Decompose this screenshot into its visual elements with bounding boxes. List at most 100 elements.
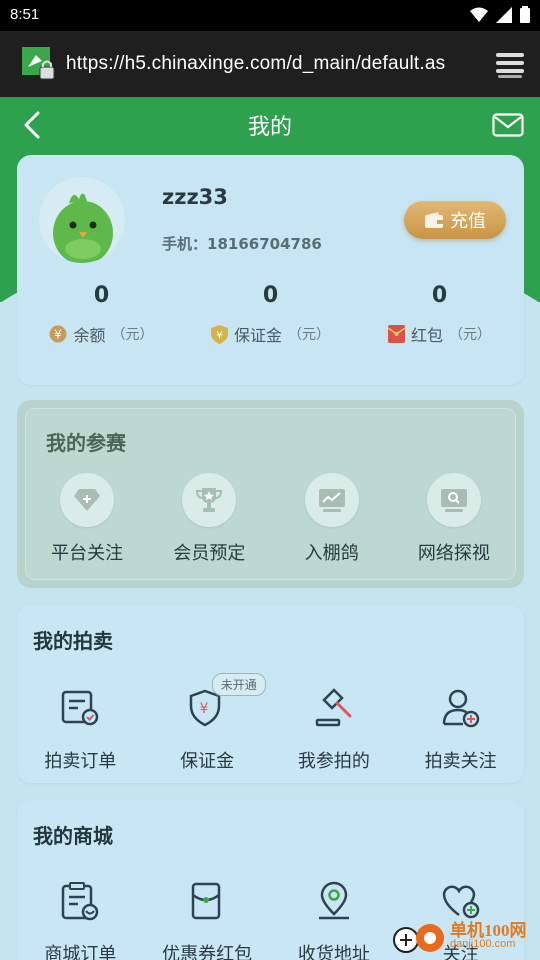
stat-balance[interactable]: 0 ¥ 余额 （元） [17,283,186,346]
icon-box [53,681,107,735]
auction-item-my-bids[interactable]: 我参拍的 [271,681,398,773]
tabs-menu-icon[interactable] [494,51,526,79]
svg-text:¥: ¥ [216,330,222,341]
status-bar: 8:51 [0,0,540,31]
icon-circle [304,473,359,527]
stat-unit: （元） [449,327,491,343]
stat-label: 红包 [410,326,443,345]
icon-circle [426,473,481,527]
username: zzz33 [162,185,228,209]
mall-item-coupons[interactable]: 优惠券红包 [144,874,271,960]
item-label: 保证金 [180,751,235,772]
coupon-envelope-icon [191,882,221,920]
bird-avatar-icon [39,177,125,263]
balance-stats: 0 ¥ 余额 （元） 0 ¥ 保证金 （元） 0 红包 （元） [17,283,524,346]
auction-grid: 拍卖订单 ¥ 未开通 保证金 我参拍的 拍卖关注 [17,673,524,773]
recharge-button[interactable]: 充值 [404,201,506,239]
yuan-coin-icon: ¥ [49,325,67,343]
stat-label: 余额 [73,326,106,345]
item-label: 优惠券红包 [162,944,253,960]
svg-text:¥: ¥ [200,701,209,717]
stat-label-row: ¥ 余额 （元） [17,322,186,346]
icon-box [53,874,107,928]
status-icons [470,6,530,23]
watermark-logo-icon [393,924,444,953]
auction-item-follow[interactable]: 拍卖关注 [397,681,524,773]
shield-yuan-icon: ¥ [210,324,228,344]
phone-number: 18166704786 [207,235,322,253]
top-nav: 我的 [0,97,540,155]
competition-item-member-booking[interactable]: 会员预定 [148,473,270,565]
wallet-icon [425,212,443,228]
diamond-plus-icon [74,489,101,511]
competition-grid: 平台关注 会员预定 入棚鸽 网络探视 [26,473,515,565]
icon-box [180,874,234,928]
competition-item-loft-entry[interactable]: 入棚鸽 [271,473,393,565]
icon-circle [60,473,115,527]
stat-red-envelope[interactable]: 0 红包 （元） [355,283,524,346]
stat-value: 0 [431,283,448,308]
icon-box [434,681,488,735]
status-time: 8:51 [10,6,40,23]
competition-section: 我的参赛 平台关注 会员预定 入棚鸽 网络探视 [17,400,524,588]
item-label: 拍卖关注 [424,751,497,772]
svg-text:¥: ¥ [55,328,63,342]
auction-item-orders[interactable]: 拍卖订单 [17,681,144,773]
item-label: 平台关注 [51,543,124,564]
phone-info: 手机：18166704786 [162,233,322,254]
chart-icon [318,489,345,512]
signal-icon [496,6,512,23]
mall-item-address[interactable]: 收货地址 [271,874,398,960]
watermark: 单机100网 danji100.com [392,916,534,956]
icon-box [307,874,361,928]
phone-label: 手机： [162,235,208,253]
stat-label-row: 红包 （元） [355,322,524,346]
user-plus-icon [442,689,479,728]
item-label: 我参拍的 [297,751,370,772]
auction-section: 我的拍卖 拍卖订单 ¥ 未开通 保证金 我参拍的 拍卖关注 [17,605,524,783]
clipboard-icon [62,882,99,921]
watermark-sub: danji100.com [450,938,516,950]
order-check-icon [62,690,99,726]
item-label: 网络探视 [417,543,490,564]
item-label: 拍卖订单 [44,751,117,772]
item-label: 入棚鸽 [304,543,359,564]
avatar[interactable] [39,177,125,263]
section-title: 我的拍卖 [33,629,113,653]
page-title: 我的 [247,115,292,140]
stat-value: 0 [262,283,279,308]
mall-item-orders[interactable]: 商城订单 [17,874,144,960]
gavel-icon [315,688,352,727]
wifi-icon [470,7,488,22]
competition-inner: 我的参赛 平台关注 会员预定 入棚鸽 网络探视 [25,408,516,580]
red-envelope-icon [387,325,405,343]
monitor-icon [440,489,467,512]
auction-item-deposit[interactable]: ¥ 未开通 保证金 [144,673,271,773]
item-label: 收货地址 [297,944,370,960]
url-text[interactable]: https://h5.chinaxinge.com/d_main/default… [66,53,445,75]
trophy-icon [196,488,223,512]
section-title: 我的商城 [33,824,113,848]
item-label: 会员预定 [173,543,246,564]
recharge-label: 充值 [450,211,486,232]
competition-item-platform-follow[interactable]: 平台关注 [26,473,148,565]
stat-deposit[interactable]: 0 ¥ 保证金 （元） [186,283,355,346]
stat-value: 0 [93,283,110,308]
stat-unit: （元） [288,327,330,343]
item-label: 商城订单 [44,944,117,960]
icon-circle [182,473,237,527]
stat-label-row: ¥ 保证金 （元） [186,322,355,346]
not-activated-badge: 未开通 [211,673,266,696]
icon-box [307,681,361,735]
location-pin-icon [318,881,349,920]
section-title: 我的参赛 [46,431,126,455]
site-lock-icon [22,47,55,80]
mail-icon[interactable] [492,113,524,137]
competition-item-network-visit[interactable]: 网络探视 [393,473,515,565]
profile-card: zzz33 手机：18166704786 充值 0 ¥ 余额 （元） 0 ¥ 保证… [17,155,524,385]
stat-label: 保证金 [233,326,282,345]
browser-url-bar: https://h5.chinaxinge.com/d_main/default… [0,31,540,97]
heart-plus-icon [442,885,479,919]
stat-unit: （元） [111,327,154,343]
battery-icon [520,6,530,23]
